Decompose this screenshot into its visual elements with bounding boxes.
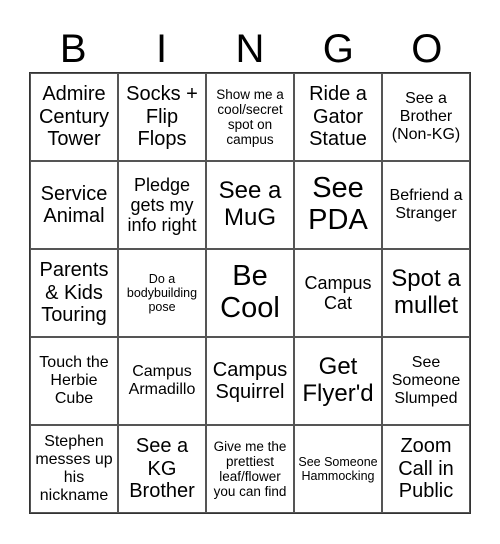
bingo-cell[interactable]: Zoom Call in Public (382, 425, 470, 513)
header-letter-g: G (322, 27, 354, 71)
bingo-cell[interactable]: See PDA (294, 161, 382, 249)
bingo-grid: Admire Century Tower Socks + Flip Flops Sh… (29, 72, 471, 514)
bingo-cell[interactable]: See a Brother (Non-KG) (382, 73, 470, 161)
bingo-cell[interactable]: Do a bodybuilding pose (118, 249, 206, 337)
bingo-cell-text: Spot a mullet (391, 265, 461, 319)
bingo-cell-text: See a KG Brother (129, 435, 195, 503)
bingo-cell-text: Befriend a Stranger (389, 187, 463, 222)
bingo-cell-text: Parents & Kids Touring (39, 259, 109, 327)
bingo-cell[interactable]: Get Flyer'd (294, 337, 382, 425)
bingo-cell[interactable]: Give me the prettiest leaf/flower you ca… (206, 425, 294, 513)
bingo-cell[interactable]: Parents & Kids Touring (30, 249, 118, 337)
bingo-cell[interactable]: See a KG Brother (118, 425, 206, 513)
bingo-cell[interactable]: Socks + Flip Flops (118, 73, 206, 161)
bingo-cell[interactable]: Pledge gets my info right (118, 161, 206, 249)
bingo-cell[interactable]: Show me a cool/secret spot on campus (206, 73, 294, 161)
bingo-cell[interactable]: Campus Cat (294, 249, 382, 337)
bingo-cell-text: See a Brother (Non-KG) (391, 90, 461, 143)
bingo-cell-text: See a MuG (218, 177, 282, 231)
bingo-cell-text: See PDA (308, 172, 368, 236)
bingo-cell[interactable]: Spot a mullet (382, 249, 470, 337)
bingo-cell[interactable]: See Someone Hammocking (294, 425, 382, 513)
bingo-cell[interactable]: Be Cool (206, 249, 294, 337)
header-letter-b: B (59, 27, 87, 71)
bingo-cell-text: Stephen messes up his nickname (35, 433, 113, 504)
bingo-cell-text: Ride a Gator Statue (309, 83, 367, 151)
bingo-cell-text: Admire Century Tower (38, 83, 110, 151)
bingo-cell[interactable]: Befriend a Stranger (382, 161, 470, 249)
bingo-cell-text: Campus Cat (304, 272, 372, 313)
bingo-cell-text: Socks + Flip Flops (126, 83, 198, 151)
bingo-cell[interactable]: Ride a Gator Statue (294, 73, 382, 161)
bingo-cell-text: See Someone Slumped (391, 354, 461, 407)
bingo-cell-text: Show me a cool/secret spot on campus (216, 86, 284, 148)
bingo-cell-text: Pledge gets my info right (127, 174, 197, 236)
bingo-cell[interactable]: Campus Armadillo (118, 337, 206, 425)
header-letter-n: N (235, 27, 265, 71)
bingo-cell-text: Service Animal (40, 182, 108, 227)
bingo-cell[interactable]: Admire Century Tower (30, 73, 118, 161)
bingo-cell-text: Campus Armadillo (128, 363, 196, 398)
bingo-cell[interactable]: See Someone Slumped (382, 337, 470, 425)
bingo-cell[interactable]: Stephen messes up his nickname (30, 425, 118, 513)
bingo-cell-text: See Someone Hammocking (298, 455, 378, 483)
header-letter-i: I (156, 27, 168, 71)
bingo-cell-text: Campus Squirrel (212, 358, 288, 403)
bingo-header: B I N G O (29, 26, 471, 72)
bingo-cell-text: Be Cool (220, 260, 280, 324)
header-letter-o: O (411, 27, 443, 71)
bingo-cell[interactable]: Campus Squirrel (206, 337, 294, 425)
bingo-cell-text: Give me the prettiest leaf/flower you ca… (213, 438, 287, 500)
bingo-cell-text: Do a bodybuilding pose (126, 272, 198, 314)
bingo-cell[interactable]: See a MuG (206, 161, 294, 249)
bingo-cell-text: Zoom Call in Public (398, 435, 454, 503)
bingo-cell-text: Touch the Herbie Cube (39, 354, 109, 407)
bingo-cell[interactable]: Service Animal (30, 161, 118, 249)
bingo-cell-text: Get Flyer'd (302, 353, 374, 407)
bingo-cell[interactable]: Touch the Herbie Cube (30, 337, 118, 425)
